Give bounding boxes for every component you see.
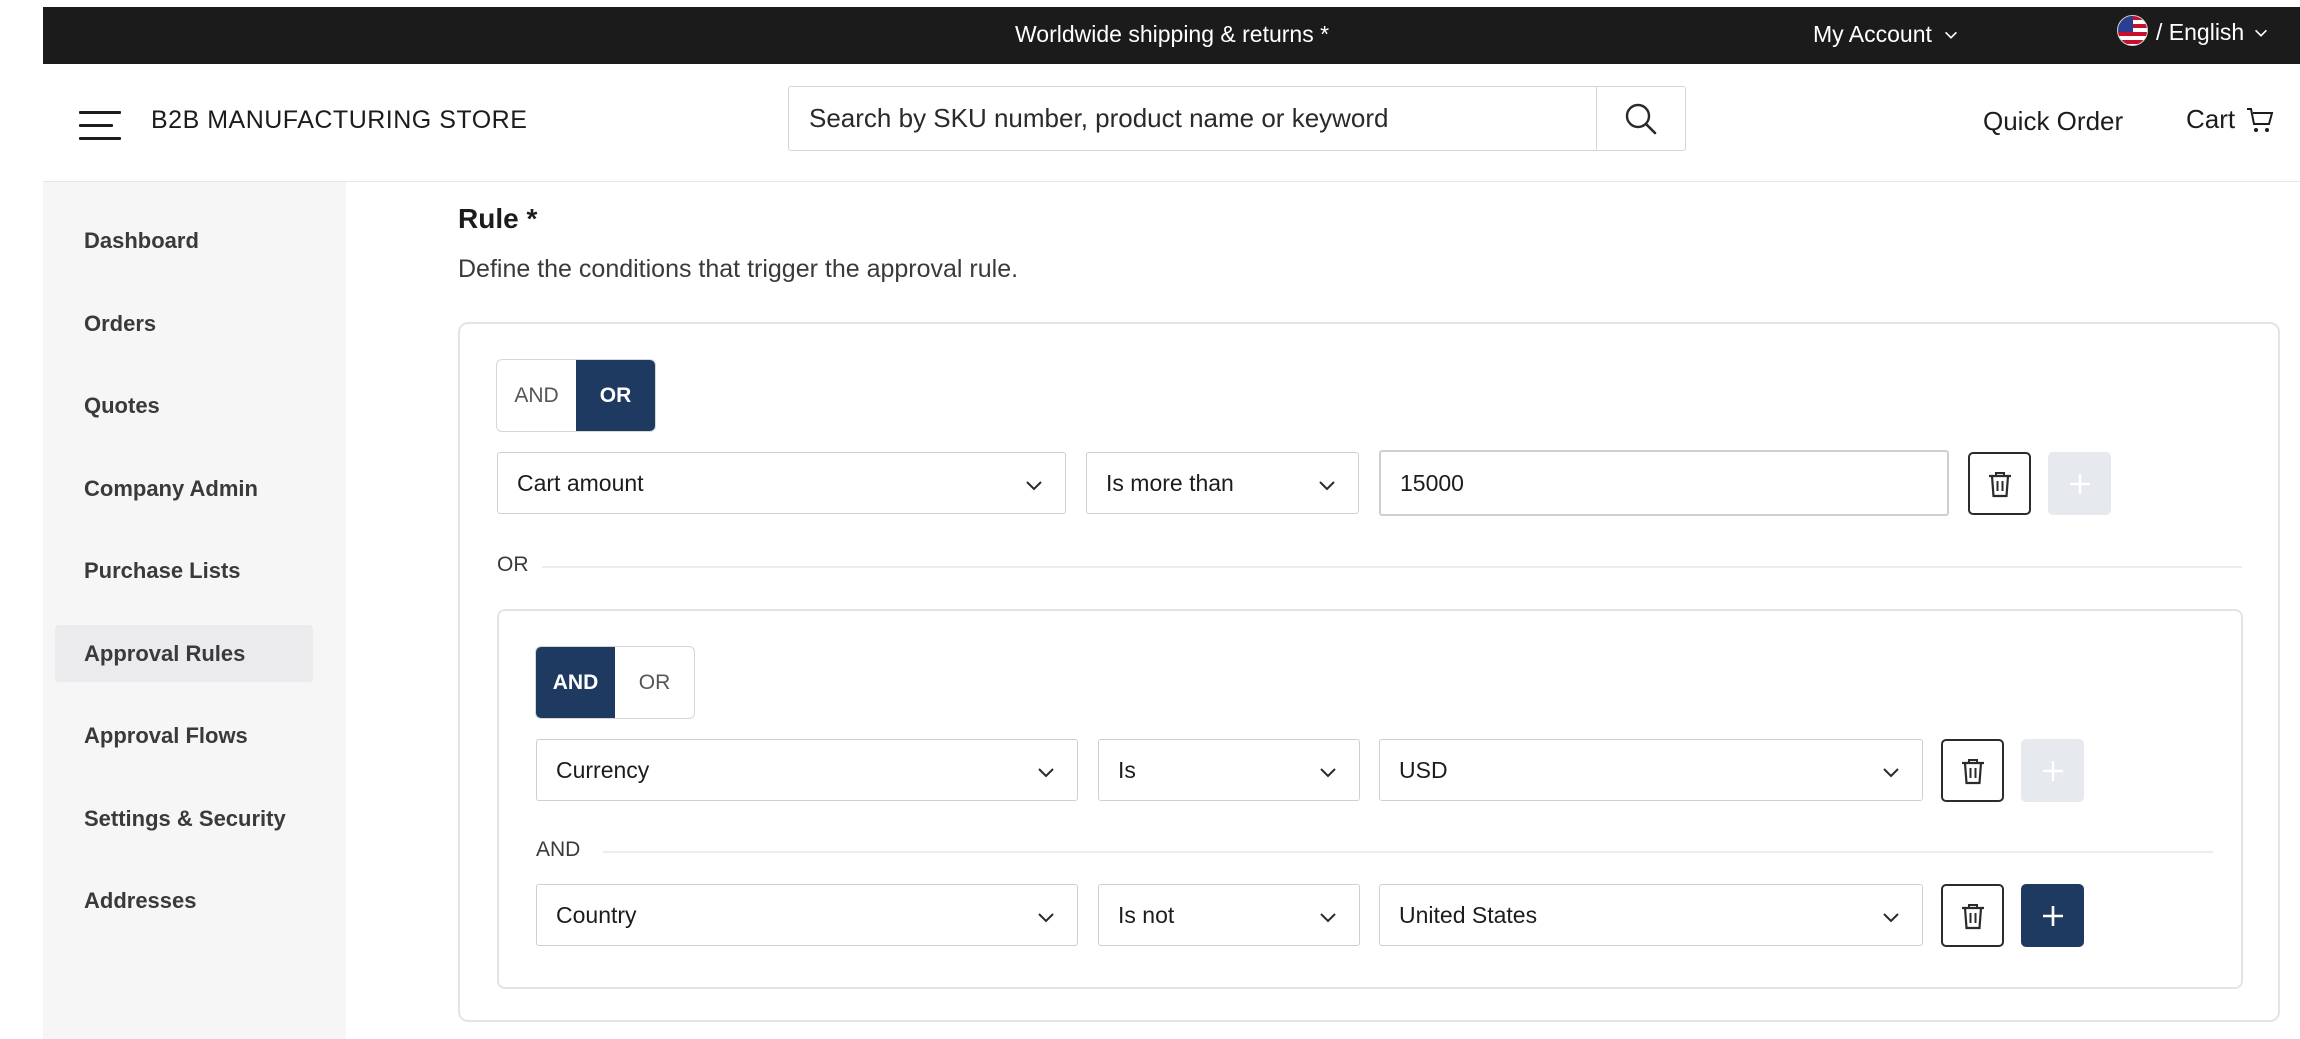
condition-1-delete-button[interactable] xyxy=(1968,452,2031,515)
plus-icon xyxy=(2042,760,2063,781)
sidebar-item-orders[interactable]: Orders xyxy=(55,295,313,352)
group-condition-2-field-value: Country xyxy=(556,901,637,928)
top-operator-and[interactable]: AND xyxy=(497,360,576,431)
rule-builder: AND OR Cart amount Is more than OR xyxy=(458,322,2280,1022)
left-gutter xyxy=(0,0,43,1039)
chevron-down-icon xyxy=(1320,768,1336,778)
search-button[interactable] xyxy=(1596,87,1685,150)
chevron-down-icon xyxy=(1883,913,1899,923)
group-condition-1-add-button[interactable] xyxy=(2021,739,2084,802)
group-condition-1-operator-select[interactable]: Is xyxy=(1098,739,1360,801)
trash-icon xyxy=(1988,471,2011,497)
group-condition-1-field-select[interactable]: Currency xyxy=(536,739,1078,801)
shipping-promo-text: Worldwide shipping & returns * xyxy=(1015,21,1330,47)
condition-1-field-value: Cart amount xyxy=(517,469,644,496)
account-sidebar: Dashboard Orders Quotes Company Admin Pu… xyxy=(43,182,346,1039)
top-announcement-bar: Worldwide shipping & returns * My Accoun… xyxy=(43,7,2300,64)
main-header: B2B MANUFACTURING STORE Quick Order Cart xyxy=(43,64,2300,182)
cart-link[interactable]: Cart xyxy=(2186,104,2275,135)
cart-label: Cart xyxy=(2186,104,2236,134)
sidebar-item-addresses[interactable]: Addresses xyxy=(55,872,313,929)
chevron-down-icon xyxy=(1883,768,1899,778)
page: Worldwide shipping & returns * My Accoun… xyxy=(43,7,2300,1039)
trash-icon xyxy=(1961,758,1984,784)
group-condition-2-value-select[interactable]: United States xyxy=(1379,884,1923,946)
my-account-dropdown[interactable]: My Account xyxy=(1813,21,1960,48)
group-separator-and: AND xyxy=(536,838,581,861)
separator-line xyxy=(603,851,2213,853)
group-operator-or[interactable]: OR xyxy=(615,647,694,718)
language-label: / English xyxy=(2156,19,2245,45)
language-selector[interactable]: / English xyxy=(2117,15,2270,46)
chevron-down-icon xyxy=(1944,31,1957,39)
sidebar-item-approval-rules[interactable]: Approval Rules xyxy=(55,625,313,682)
group-condition-1-field-value: Currency xyxy=(556,756,650,783)
trash-icon xyxy=(1961,903,1984,929)
search-input[interactable] xyxy=(789,87,1596,150)
hamburger-icon[interactable] xyxy=(79,111,121,141)
sidebar-item-company-admin[interactable]: Company Admin xyxy=(55,460,313,517)
separator-line xyxy=(542,566,2242,568)
group-condition-1-delete-button[interactable] xyxy=(1941,739,2004,802)
quick-order-link[interactable]: Quick Order xyxy=(1983,106,2123,137)
condition-1-field-select[interactable]: Cart amount xyxy=(497,452,1066,514)
sidebar-item-purchase-lists[interactable]: Purchase Lists xyxy=(55,542,313,599)
sidebar-item-settings-security[interactable]: Settings & Security xyxy=(55,790,313,847)
top-operator-or[interactable]: OR xyxy=(576,360,655,431)
group-condition-1-value: USD xyxy=(1399,756,1448,783)
condition-1-operator-value: Is more than xyxy=(1106,469,1234,496)
sidebar-item-dashboard[interactable]: Dashboard xyxy=(55,212,313,269)
top-operator-toggle: AND OR xyxy=(496,359,656,432)
group-operator-toggle: AND OR xyxy=(535,646,695,719)
group-condition-2-field-select[interactable]: Country xyxy=(536,884,1078,946)
chevron-down-icon xyxy=(1038,913,1054,923)
group-operator-and[interactable]: AND xyxy=(536,647,615,718)
rule-title: Rule * xyxy=(458,203,538,234)
condition-1-value-input[interactable] xyxy=(1379,450,1949,516)
search-bar xyxy=(788,86,1686,151)
condition-1-operator-select[interactable]: Is more than xyxy=(1086,452,1359,514)
plus-icon xyxy=(2042,905,2063,926)
chevron-down-icon xyxy=(2255,29,2268,37)
plus-icon xyxy=(2069,473,2090,494)
chevron-down-icon xyxy=(1038,768,1054,778)
group-condition-1-operator-value: Is xyxy=(1118,756,1136,783)
group-condition-2-value: United States xyxy=(1399,901,1538,928)
condition-1-add-button[interactable] xyxy=(2048,452,2111,515)
sidebar-item-quotes[interactable]: Quotes xyxy=(55,377,313,434)
chevron-down-icon xyxy=(1026,481,1042,491)
condition-group: AND OR Currency Is USD AND Country Is no… xyxy=(497,609,2243,989)
main-content: Rule * Define the conditions that trigge… xyxy=(346,182,2300,1039)
store-logo-text[interactable]: B2B MANUFACTURING STORE xyxy=(151,106,527,135)
my-account-label: My Account xyxy=(1813,21,1932,47)
cart-icon xyxy=(2247,107,2274,132)
group-condition-2-delete-button[interactable] xyxy=(1941,884,2004,947)
us-flag-icon xyxy=(2117,15,2148,46)
group-condition-2-operator-select[interactable]: Is not xyxy=(1098,884,1360,946)
rule-description: Define the conditions that trigger the a… xyxy=(458,255,1019,283)
group-condition-2-add-button[interactable] xyxy=(2021,884,2084,947)
group-condition-2-operator-value: Is not xyxy=(1118,901,1175,928)
search-icon xyxy=(1625,103,1657,134)
condition-separator-or: OR xyxy=(497,553,529,576)
group-condition-1-value-select[interactable]: USD xyxy=(1379,739,1923,801)
chevron-down-icon xyxy=(1320,913,1336,923)
chevron-down-icon xyxy=(1319,481,1335,491)
sidebar-item-approval-flows[interactable]: Approval Flows xyxy=(55,707,313,764)
